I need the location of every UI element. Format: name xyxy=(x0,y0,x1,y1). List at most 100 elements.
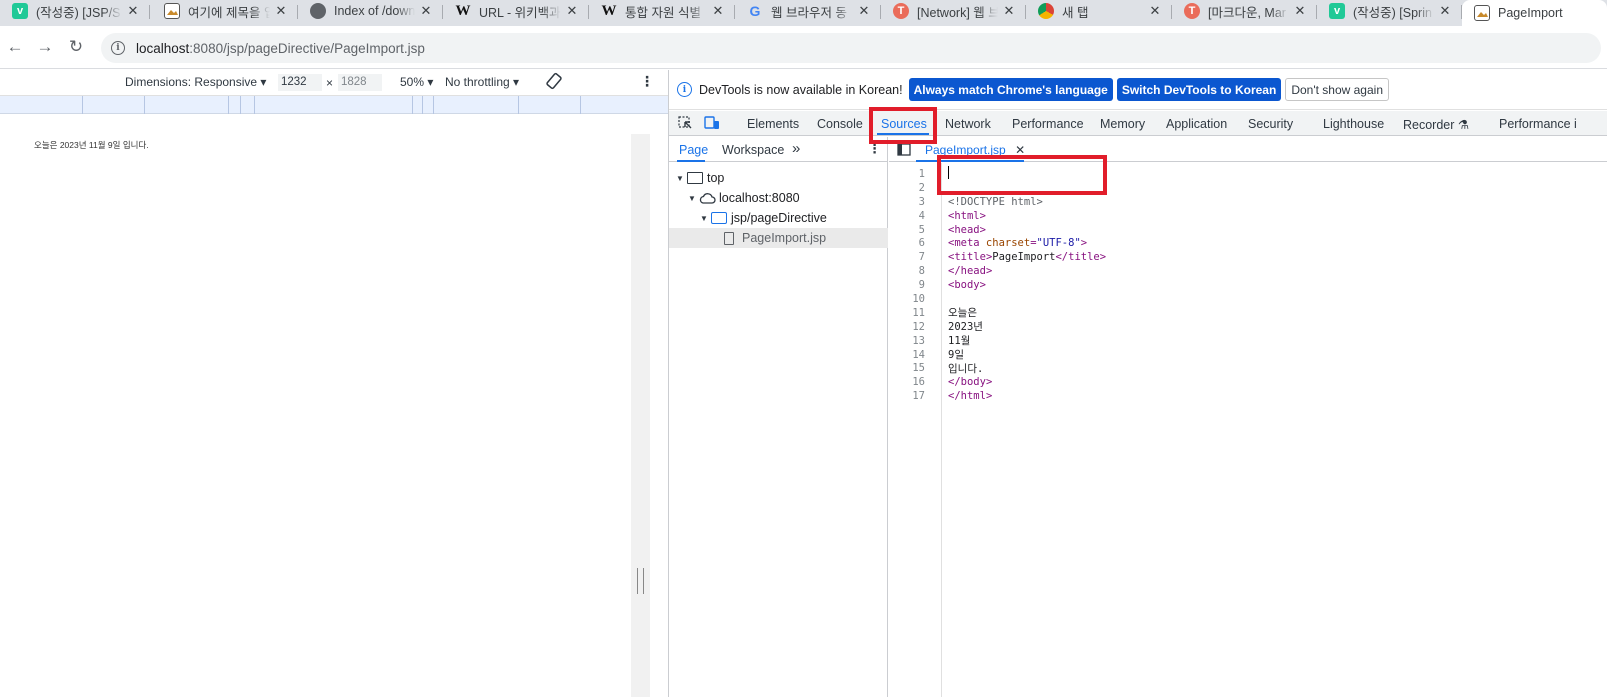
tab-title: (작성중) [Sprin xyxy=(1353,5,1432,20)
code-text: </html> xyxy=(948,390,993,403)
device-toolbar: Dimensions: Responsive ▾ 1232 × 1828 50%… xyxy=(0,70,668,96)
tab-strip: v (작성중) [JSP/S ✕ 여기에 제목을 입 ✕ Index of /down ✕ W… xyxy=(0,0,1607,26)
tab-elements[interactable]: Elements xyxy=(747,117,799,131)
line-number: 10 xyxy=(912,292,925,305)
forward-icon[interactable]: → xyxy=(34,36,56,58)
tree-item-localhost[interactable]: ▼ localhost:8080 xyxy=(669,188,888,208)
caret-down-icon: ▾ xyxy=(513,75,520,89)
tab-security[interactable]: Security xyxy=(1248,117,1293,131)
frame-icon xyxy=(687,172,703,184)
expand-arrow-icon[interactable]: ▼ xyxy=(688,194,698,203)
code-line: 16 </body> xyxy=(889,375,1607,389)
tab-application[interactable]: Application xyxy=(1166,117,1227,131)
match-language-button[interactable]: Always match Chrome's language xyxy=(908,78,1113,101)
browser-tab[interactable]: PageImport xyxy=(1462,0,1607,26)
code-line: 12 2023년 xyxy=(889,320,1607,334)
tab-lighthouse[interactable]: Lighthouse xyxy=(1323,117,1384,131)
tab-close-icon[interactable]: ✕ xyxy=(1293,3,1307,19)
browser-tab[interactable]: 여기에 제목을 입 ✕ xyxy=(152,0,298,22)
tab-performance[interactable]: Performance xyxy=(1012,117,1084,131)
browser-tab[interactable]: Index of /down ✕ xyxy=(298,0,443,22)
file-tree: ▼ top ▼ localhost:8080 ▼ jsp/pageDirecti… xyxy=(669,168,888,248)
code-text: 입니다. xyxy=(948,362,984,375)
tab-separator xyxy=(149,5,150,19)
google-icon: G xyxy=(749,3,761,19)
more-tabs-icon[interactable]: » xyxy=(792,140,800,157)
caret-down-icon: ▾ xyxy=(260,75,267,89)
tab-close-icon[interactable]: ✕ xyxy=(126,3,140,19)
code-line: 3 <!DOCTYPE html> xyxy=(889,195,1607,209)
code-text: 11월 xyxy=(948,335,971,348)
tab-close-icon[interactable]: ✕ xyxy=(711,3,725,19)
line-number: 14 xyxy=(912,348,925,361)
tree-item-file[interactable]: PageImport.jsp xyxy=(669,228,888,248)
site-info-icon[interactable]: i xyxy=(111,41,125,55)
tab-recorder[interactable]: Recorder ⚗ xyxy=(1403,117,1469,132)
browser-tab[interactable]: W 통합 자원 식별 ✕ xyxy=(589,0,735,22)
viewport-scrollbar[interactable] xyxy=(631,134,650,697)
more-options-icon[interactable]: ⋮ xyxy=(640,73,654,90)
browser-tab[interactable]: 새 탭 ✕ xyxy=(1026,0,1172,22)
tree-item-top[interactable]: ▼ top xyxy=(669,168,888,188)
browser-toolbar: ← → ↻ i localhost:8080/jsp/pageDirective… xyxy=(0,26,1607,69)
tab-close-icon[interactable]: ✕ xyxy=(565,3,579,19)
zoom-dropdown[interactable]: 50% ▾ xyxy=(400,75,433,89)
tab-close-icon[interactable]: ✕ xyxy=(274,3,288,19)
tab-title: [마크다운, Mar xyxy=(1208,5,1286,20)
back-icon[interactable]: ← xyxy=(4,36,26,58)
expand-arrow-icon[interactable]: ▼ xyxy=(700,214,710,223)
tab-workspace[interactable]: Workspace xyxy=(722,143,784,157)
code-text: <body> xyxy=(948,279,986,292)
velog-icon: v xyxy=(1329,3,1345,19)
browser-tab[interactable]: T [마크다운, Mar ✕ xyxy=(1172,0,1317,22)
url-text: localhost:8080/jsp/pageDirective/PageImp… xyxy=(136,40,425,56)
device-viewport[interactable]: 오늘은 2023년 11월 9일 입니다. xyxy=(0,115,631,697)
code-text: <title>PageImport</title> xyxy=(948,251,1107,264)
line-number: 6 xyxy=(918,237,925,250)
tree-item-folder[interactable]: ▼ jsp/pageDirective xyxy=(669,208,888,228)
inspect-element-icon[interactable] xyxy=(678,116,693,130)
expand-arrow-icon[interactable]: ▼ xyxy=(676,174,686,183)
tab-network[interactable]: Network xyxy=(945,117,991,131)
browser-tab[interactable]: T [Network] 웹 브 ✕ xyxy=(881,0,1026,22)
browser-tab[interactable]: G 웹 브라우저 동 ✕ xyxy=(735,0,881,22)
reload-icon[interactable]: ↻ xyxy=(65,36,87,58)
dont-show-again-button[interactable]: Don't show again xyxy=(1285,78,1389,101)
tab-close-icon[interactable]: ✕ xyxy=(419,3,433,19)
tab-close-icon[interactable]: ✕ xyxy=(1438,3,1452,19)
code-editor[interactable]: PageImport.jsp ✕ 1 2 3 <!DOCTYPE html> 4 <htm… xyxy=(889,137,1607,697)
tab-close-icon[interactable]: ✕ xyxy=(1002,3,1016,19)
devtools-panel: i DevTools is now available in Korean! A… xyxy=(668,70,1607,697)
code-line: 15 입니다. xyxy=(889,361,1607,375)
throttling-dropdown[interactable]: No throttling ▾ xyxy=(445,75,519,89)
tab-title: [Network] 웹 브 xyxy=(917,5,998,20)
tab-close-icon[interactable]: ✕ xyxy=(857,3,871,19)
code-text: 9일 xyxy=(948,349,964,362)
toggle-navigator-icon[interactable] xyxy=(897,143,911,159)
code-line: 10 xyxy=(889,292,1607,306)
line-number: 8 xyxy=(918,265,925,278)
tab-memory[interactable]: Memory xyxy=(1100,117,1145,131)
dimensions-dropdown[interactable]: Dimensions: Responsive ▾ xyxy=(125,75,266,89)
devtools-main-tabs: Elements Console Sources Network Perform… xyxy=(669,111,1607,136)
code-lines: 1 2 3 <!DOCTYPE html> 4 <html> 5 <head> 6 <meta c… xyxy=(889,165,1607,403)
code-line: 14 9일 xyxy=(889,348,1607,362)
tab-page[interactable]: Page xyxy=(679,143,708,157)
tab-console[interactable]: Console xyxy=(817,117,863,131)
browser-tab[interactable]: v (작성중) [JSP/S ✕ xyxy=(0,0,150,22)
browser-tab[interactable]: W URL - 위키백과 ✕ xyxy=(443,0,589,22)
address-bar[interactable]: i localhost:8080/jsp/pageDirective/PageI… xyxy=(101,33,1601,63)
browser-tab[interactable]: v (작성중) [Sprin ✕ xyxy=(1317,0,1462,22)
code-text: <meta charset="UTF-8"> xyxy=(948,237,1088,250)
device-toggle-icon[interactable] xyxy=(704,116,719,130)
tab-close-icon[interactable]: ✕ xyxy=(1148,3,1162,19)
switch-to-korean-button[interactable]: Switch DevTools to Korean xyxy=(1116,78,1282,101)
width-input[interactable]: 1232 xyxy=(278,74,322,91)
tab-performance-insights[interactable]: Performance i xyxy=(1499,117,1577,131)
rotate-icon[interactable] xyxy=(545,72,563,93)
code-text: </body> xyxy=(948,376,993,389)
tab-title: 여기에 제목을 입 xyxy=(188,5,270,20)
height-input[interactable]: 1828 xyxy=(338,74,382,91)
resize-handle[interactable] xyxy=(637,568,644,594)
wikipedia-icon: W xyxy=(601,2,617,19)
